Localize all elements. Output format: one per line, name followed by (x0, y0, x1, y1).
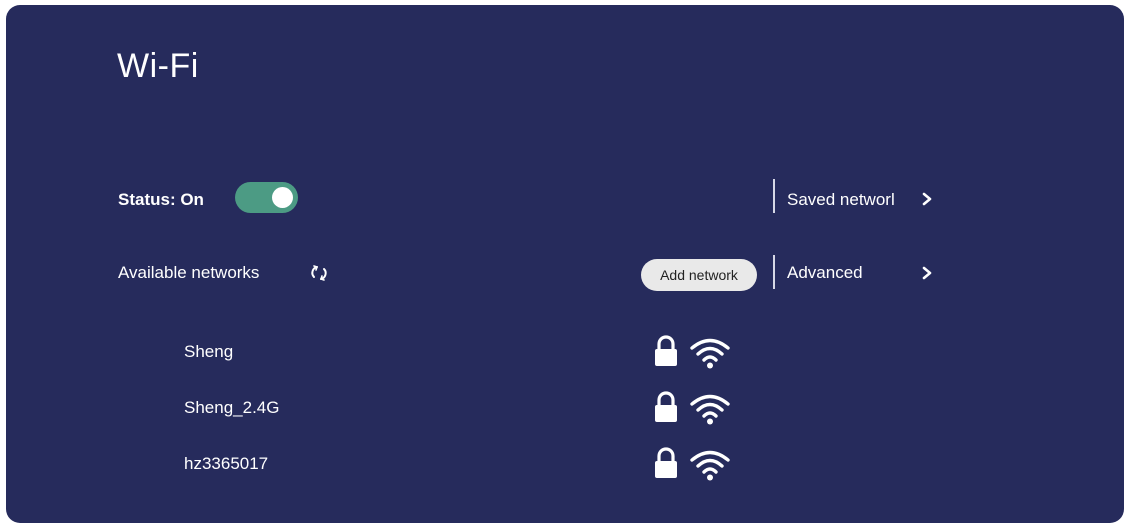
wifi-icon (690, 338, 730, 369)
wifi-settings-panel: Wi-Fi Status: On Saved networl Available… (6, 5, 1124, 523)
network-list-item[interactable]: hz3365017 (6, 444, 806, 484)
refresh-icon[interactable] (309, 263, 329, 283)
network-list-item[interactable]: Sheng_2.4G (6, 388, 806, 428)
saved-networks-link[interactable]: Saved networl (787, 190, 895, 210)
chevron-right-icon[interactable] (920, 191, 934, 207)
network-list-item[interactable]: Sheng (6, 332, 806, 372)
available-networks-label: Available networks (118, 263, 260, 282)
page-title: Wi-Fi (117, 47, 199, 85)
divider (773, 255, 775, 289)
status-label: Status: On (118, 190, 204, 209)
advanced-link[interactable]: Advanced (787, 263, 863, 283)
lock-icon (655, 447, 677, 478)
network-name: Sheng_2.4G (184, 398, 280, 417)
wifi-toggle[interactable] (235, 182, 298, 213)
wifi-icon (690, 450, 730, 481)
chevron-right-icon[interactable] (920, 265, 934, 281)
toggle-knob (272, 187, 293, 208)
lock-icon (655, 391, 677, 422)
network-name: hz3365017 (184, 454, 269, 473)
network-name: Sheng (184, 342, 234, 361)
divider (773, 179, 775, 213)
lock-icon (655, 335, 677, 366)
wifi-icon (690, 394, 730, 425)
add-network-button[interactable]: Add network (641, 259, 757, 291)
